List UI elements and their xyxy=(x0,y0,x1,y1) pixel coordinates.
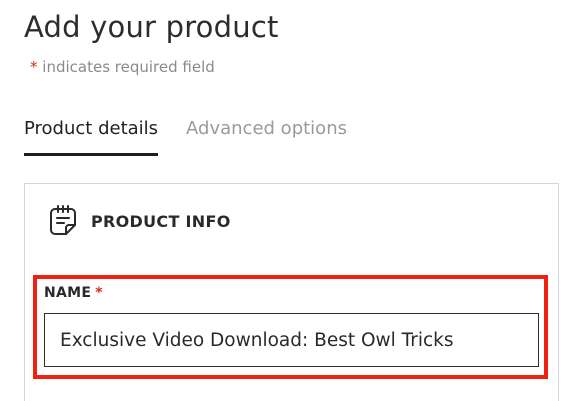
tab-product-details[interactable]: Product details xyxy=(24,116,159,156)
tab-bar: Product details Advanced options xyxy=(24,116,347,156)
notepad-icon xyxy=(50,205,76,235)
required-field-note: * indicates required field xyxy=(30,58,215,76)
page-title: Add your product xyxy=(24,10,279,44)
name-input[interactable] xyxy=(44,313,539,367)
required-note-text: indicates required field xyxy=(42,58,215,76)
required-asterisk: * xyxy=(95,285,103,301)
panel-title: PRODUCT INFO xyxy=(91,211,231,231)
tab-advanced-options[interactable]: Advanced options xyxy=(186,116,347,156)
name-label-text: NAME xyxy=(44,285,92,301)
required-asterisk: * xyxy=(30,58,38,76)
name-field-label: NAME * xyxy=(44,285,103,301)
panel-header: PRODUCT INFO xyxy=(47,204,231,238)
